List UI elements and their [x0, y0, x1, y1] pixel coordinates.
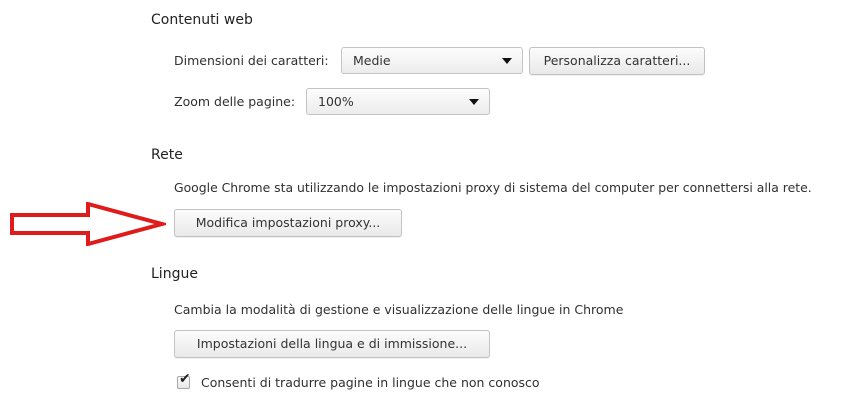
proxy-settings-button[interactable]: Modifica impostazioni proxy...	[174, 209, 402, 237]
translate-checkbox[interactable]: ✔	[177, 371, 191, 389]
zoom-select[interactable]: 100%	[306, 88, 490, 115]
section-title-network: Rete	[151, 147, 183, 163]
section-title-languages: Lingue	[151, 266, 198, 282]
translate-checkbox-label: Consenti di tradurre pagine in lingue ch…	[201, 375, 540, 390]
zoom-label: Zoom delle pagine:	[174, 94, 296, 109]
customize-fonts-button[interactable]: Personalizza caratteri...	[529, 47, 705, 75]
chevron-down-icon	[469, 99, 479, 105]
font-size-value: Medie	[353, 53, 391, 68]
arrow-right-icon	[10, 202, 166, 246]
language-settings-button[interactable]: Impostazioni della lingua e di immission…	[174, 330, 490, 358]
zoom-value: 100%	[318, 94, 354, 109]
check-icon: ✔	[179, 371, 191, 387]
chevron-down-icon	[502, 58, 512, 64]
section-title-content-web: Contenuti web	[151, 12, 253, 28]
languages-description: Cambia la modalità di gestione e visuali…	[174, 302, 624, 317]
network-description: Google Chrome sta utilizzando le imposta…	[174, 180, 812, 195]
font-size-select[interactable]: Medie	[341, 47, 523, 74]
font-size-label: Dimensioni dei caratteri:	[174, 53, 329, 68]
